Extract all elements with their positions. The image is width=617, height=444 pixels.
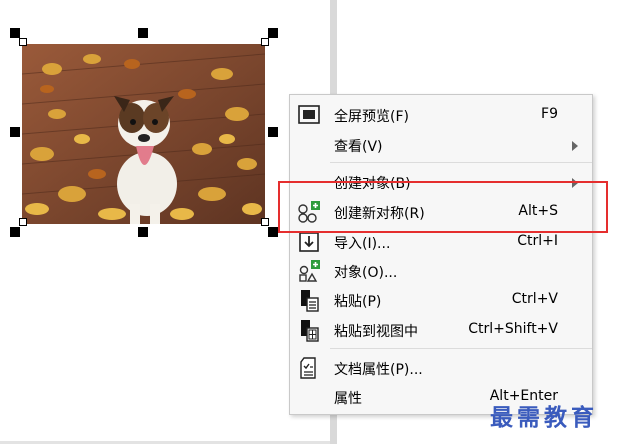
menu-item-view[interactable]: 查看(V) [290,131,592,159]
menu-item-document-properties[interactable]: 文档属性(P)... [290,354,592,382]
menu-item-shortcut: Ctrl+V [511,291,558,307]
photo-corner-marker [19,218,27,226]
resize-handle-top-right[interactable] [268,28,278,38]
selected-photo[interactable] [22,44,265,224]
menu-item-paste[interactable]: 粘贴(P) Ctrl+V [290,286,592,314]
menu-item-shortcut: Ctrl+I [517,233,558,249]
paste-icon [296,287,322,313]
resize-handle-bottom-right[interactable] [268,227,278,237]
menu-item-label: 粘贴到视图中 [334,324,418,340]
menu-separator [330,348,592,349]
highlight-annotation-box [278,181,608,233]
menu-item-shortcut: F9 [541,106,558,122]
watermark-text: 最需教育 [490,404,598,431]
objects-icon [296,258,322,284]
menu-item-label: 查看(V) [334,139,383,155]
resize-handle-top-left[interactable] [10,28,20,38]
dog-photo-image [22,44,265,224]
menu-item-paste-in-view[interactable]: 粘贴到视图中 Ctrl+Shift+V [290,316,592,344]
menu-item-label: 导入(I)... [334,236,391,252]
menu-item-fullscreen-preview[interactable]: 全屏预览(F) F9 [290,101,592,129]
resize-handle-bottom-left[interactable] [10,227,20,237]
menu-item-shortcut: Ctrl+Shift+V [468,321,558,337]
photo-corner-marker [261,218,269,226]
resize-handle-left[interactable] [10,127,20,137]
menu-item-label: 对象(O)... [334,265,398,281]
resize-handle-bottom[interactable] [138,227,148,237]
menu-item-label: 粘贴(P) [334,294,382,310]
photo-corner-marker [19,38,27,46]
resize-handle-right[interactable] [268,127,278,137]
photo-corner-marker [261,38,269,46]
paste-in-place-icon [296,317,322,343]
fullscreen-preview-icon [296,102,322,128]
submenu-arrow-icon [572,141,578,151]
menu-item-label: 属性 [334,391,362,407]
menu-item-objects[interactable]: 对象(O)... [290,257,592,285]
menu-item-label: 全屏预览(F) [334,109,409,125]
menu-separator [330,162,592,163]
context-menu: 全屏预览(F) F9 查看(V) 创建对象(B) 创建新对称(R) Alt+S [289,94,593,415]
resize-handle-top[interactable] [138,28,148,38]
document-properties-icon [296,355,322,381]
menu-item-label: 文档属性(P)... [334,362,423,378]
